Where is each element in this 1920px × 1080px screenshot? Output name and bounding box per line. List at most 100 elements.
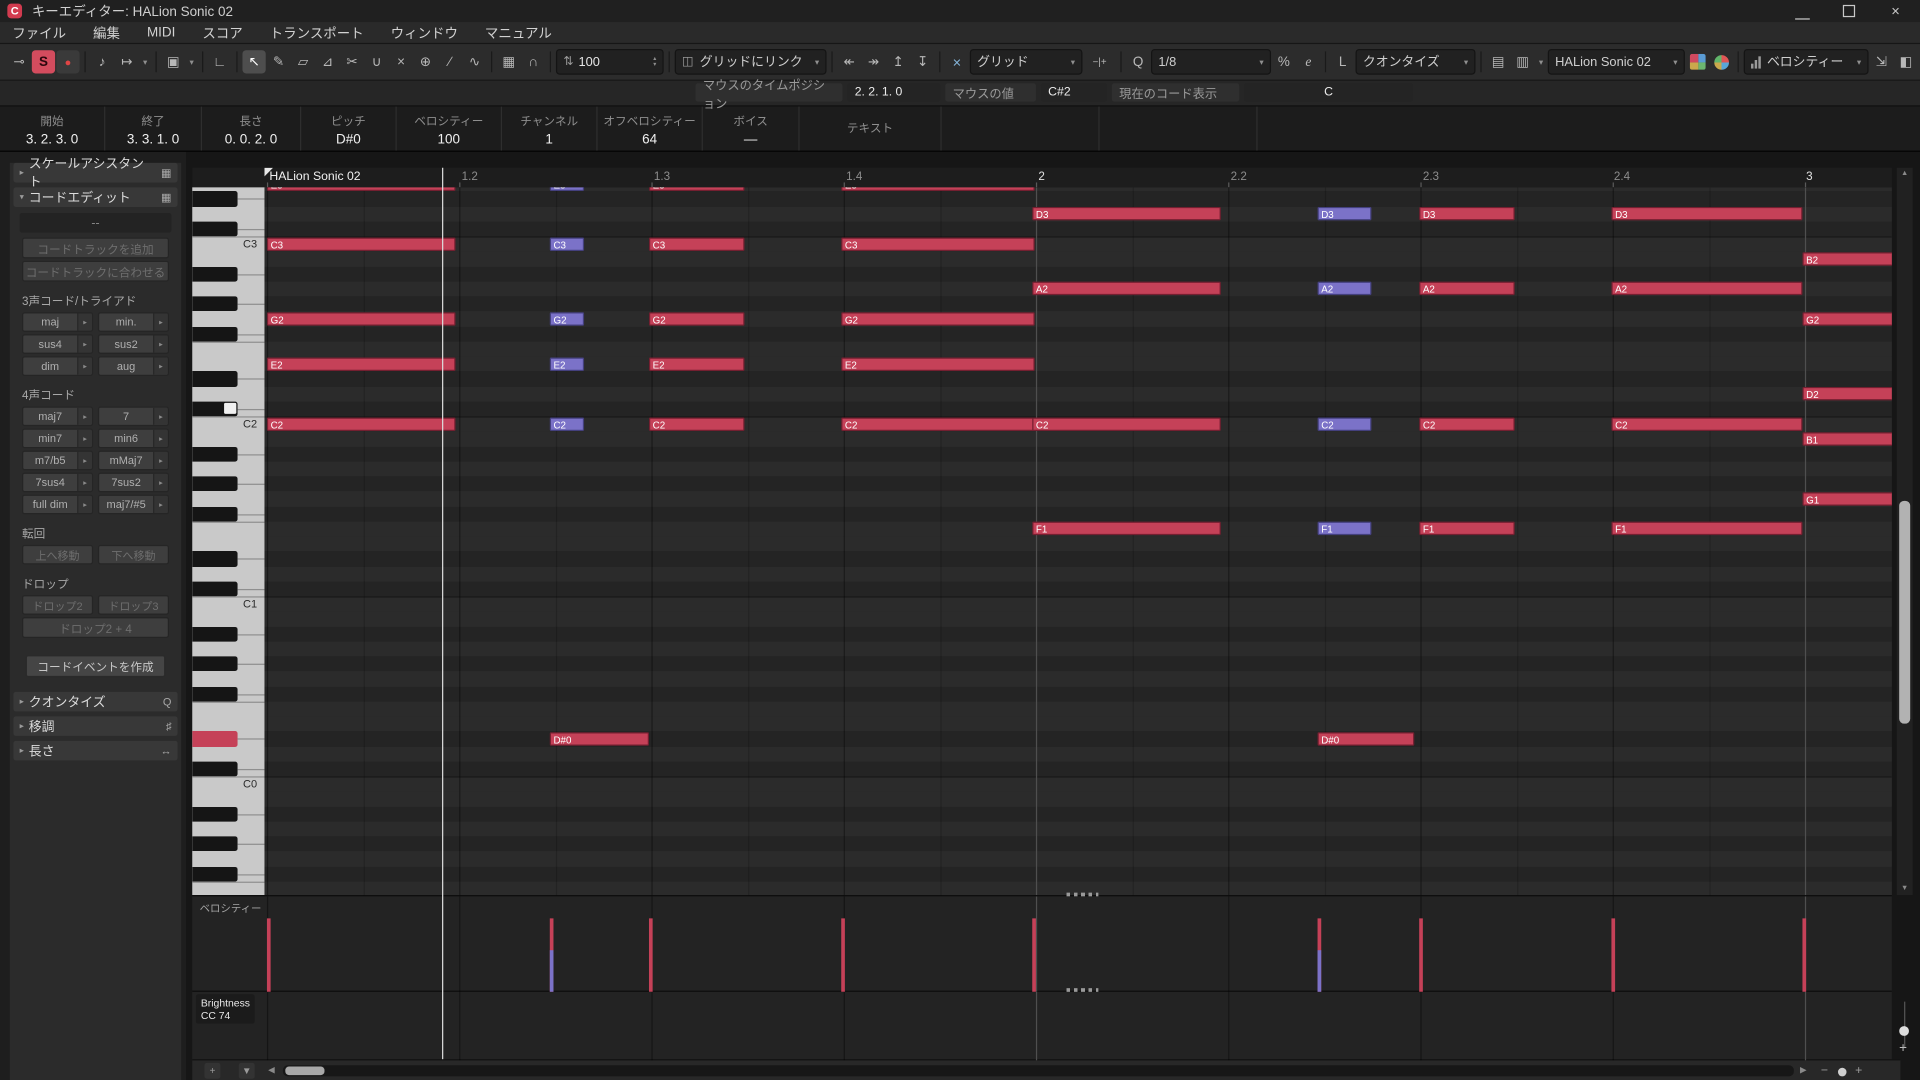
part-list-icon[interactable]: ▤ xyxy=(1487,50,1510,73)
solo-button[interactable]: S xyxy=(32,50,55,73)
velocity-bar[interactable] xyxy=(267,918,271,991)
scroll-left-arrow[interactable]: ◀ xyxy=(268,1065,275,1075)
midi-note[interactable]: E2 xyxy=(841,357,1034,370)
chord-variant-handle[interactable]: ▸ xyxy=(77,474,92,491)
glue-tool[interactable]: ∪ xyxy=(365,50,388,73)
velocity-lane[interactable]: ベロシティー xyxy=(192,895,1892,992)
chord-variant-handle[interactable]: ▸ xyxy=(153,496,168,513)
part-borders-icon[interactable]: ▥ xyxy=(1511,50,1534,73)
chord-variant-handle[interactable]: ▸ xyxy=(153,452,168,469)
iterative-quantize-icon[interactable]: % xyxy=(1272,50,1295,73)
autoscroll-caret[interactable]: ▾ xyxy=(140,57,151,67)
piano-key[interactable] xyxy=(192,551,237,566)
vertical-scroll-thumb[interactable] xyxy=(1899,501,1910,724)
inspector-section-length[interactable]: ▸長さ↔ xyxy=(13,741,177,761)
line-tool[interactable]: ∕ xyxy=(438,50,461,73)
param-end[interactable]: 終了3. 3. 1. 0 xyxy=(105,107,202,151)
erase-tool[interactable]: ▱ xyxy=(291,50,314,73)
midi-note[interactable]: C2 xyxy=(550,417,584,430)
chord-button[interactable]: dim▸ xyxy=(22,356,93,376)
velocity-bar[interactable] xyxy=(1611,918,1615,991)
chord-variant-handle[interactable]: ▸ xyxy=(77,336,92,353)
midi-note[interactable]: E3 xyxy=(267,187,456,190)
param-length[interactable]: 長さ0. 0. 2. 0 xyxy=(202,107,301,151)
param-velocity[interactable]: ベロシティー100 xyxy=(397,107,502,151)
project-cursor[interactable] xyxy=(442,168,443,1059)
midi-note[interactable]: B1 xyxy=(1802,432,1891,445)
midi-note[interactable]: D3 xyxy=(1611,207,1802,220)
open-in-window-icon[interactable]: ⇲ xyxy=(1870,50,1893,73)
midi-note[interactable]: A2 xyxy=(1611,282,1802,295)
piano-key[interactable] xyxy=(192,476,237,491)
midi-note[interactable]: D3 xyxy=(1318,207,1372,220)
velocity-bar[interactable] xyxy=(1419,918,1423,991)
midi-note[interactable]: A2 xyxy=(1032,282,1221,295)
quantize-q-icon[interactable]: Q xyxy=(1127,50,1150,73)
chord-button[interactable]: maj7/#5▸ xyxy=(98,495,169,515)
chord-variant-handle[interactable]: ▸ xyxy=(77,358,92,375)
midi-note[interactable]: C2 xyxy=(841,417,1034,430)
piano-key[interactable] xyxy=(192,581,237,596)
chord-variant-handle[interactable]: ▸ xyxy=(153,336,168,353)
chord-button[interactable]: 上へ移動 xyxy=(22,545,93,565)
midi-note[interactable]: G2 xyxy=(267,312,456,325)
cc74-lane[interactable]: Brightness CC 74 xyxy=(192,991,1892,1061)
midi-note[interactable]: E2 xyxy=(649,357,745,370)
midi-note[interactable]: G2 xyxy=(1802,312,1891,325)
chord-button[interactable]: 7sus4▸ xyxy=(22,473,93,493)
midi-note[interactable]: C2 xyxy=(1419,417,1515,430)
piano-key[interactable] xyxy=(192,656,237,671)
menu-item-file[interactable]: ファイル xyxy=(12,23,66,43)
select-tool[interactable]: ↖ xyxy=(242,50,265,73)
scroll-right-arrow[interactable]: ▶ xyxy=(1800,1065,1807,1075)
param-text[interactable]: テキスト xyxy=(800,107,942,151)
chord-button[interactable]: maj▸ xyxy=(22,312,93,332)
pin-icon[interactable]: ⊸ xyxy=(7,50,30,73)
midi-note[interactable]: E3 xyxy=(649,187,745,190)
move-down-icon[interactable]: ↧ xyxy=(911,50,934,73)
chord-variant-handle[interactable]: ▸ xyxy=(153,408,168,425)
piano-key[interactable] xyxy=(192,371,237,386)
param-channel[interactable]: チャンネル1 xyxy=(502,107,598,151)
part-caret[interactable]: ▾ xyxy=(1536,57,1547,67)
piano-key[interactable] xyxy=(192,266,237,281)
hzoom-in-button[interactable]: + xyxy=(1855,1064,1862,1077)
length-quantize-icon[interactable]: L xyxy=(1331,50,1354,73)
param-extra-1[interactable] xyxy=(942,107,1100,151)
menu-item-midi[interactable]: MIDI xyxy=(147,25,175,40)
menu-item-edit[interactable]: 編集 xyxy=(93,23,120,43)
velocity-bar[interactable] xyxy=(841,918,845,991)
chord-variant-handle[interactable]: ▸ xyxy=(77,408,92,425)
add-chord-track-button[interactable]: コードトラックを追加 xyxy=(22,238,169,259)
grid-type[interactable]: グリッド▾ xyxy=(970,49,1083,75)
midi-note[interactable]: C2 xyxy=(1611,417,1802,430)
param-off-velocity[interactable]: オフベロシティー64 xyxy=(598,107,703,151)
chord-variant-handle[interactable]: ▸ xyxy=(153,313,168,330)
controller-lane-select[interactable]: ベロシティー▾ xyxy=(1744,49,1869,75)
piano-key[interactable] xyxy=(192,686,237,701)
chord-button[interactable]: 7▸ xyxy=(98,407,169,427)
param-pitch[interactable]: ピッチD#0 xyxy=(301,107,397,151)
piano-key[interactable] xyxy=(192,836,237,851)
midi-note[interactable]: E3 xyxy=(550,187,584,190)
midi-note[interactable]: D#0 xyxy=(1318,732,1415,745)
chord-button[interactable]: maj7▸ xyxy=(22,407,93,427)
nudge-right-icon[interactable]: ↠ xyxy=(862,50,885,73)
midi-note[interactable]: C3 xyxy=(550,237,584,250)
chord-button[interactable]: min.▸ xyxy=(98,312,169,332)
color-scheme-icon[interactable] xyxy=(1714,54,1729,69)
velocity-bar[interactable] xyxy=(1802,918,1806,991)
chord-variant-handle[interactable]: ▸ xyxy=(77,496,92,513)
midi-note[interactable]: E2 xyxy=(267,357,456,370)
horizontal-scroll-thumb[interactable] xyxy=(285,1067,324,1076)
insert-velocity[interactable]: ⇅100▴▾ xyxy=(556,49,664,75)
mute-tool[interactable]: × xyxy=(389,50,412,73)
autoscroll-icon[interactable]: ↦ xyxy=(115,50,138,73)
chord-variant-handle[interactable]: ▸ xyxy=(77,313,92,330)
close-button[interactable]: × xyxy=(1888,4,1903,19)
chord-button[interactable]: mMaj7▸ xyxy=(98,451,169,471)
piano-key[interactable] xyxy=(192,221,237,236)
chord-button[interactable]: 7sus2▸ xyxy=(98,473,169,493)
velocity-bar[interactable] xyxy=(1318,950,1322,992)
midi-note[interactable]: C3 xyxy=(267,237,456,250)
